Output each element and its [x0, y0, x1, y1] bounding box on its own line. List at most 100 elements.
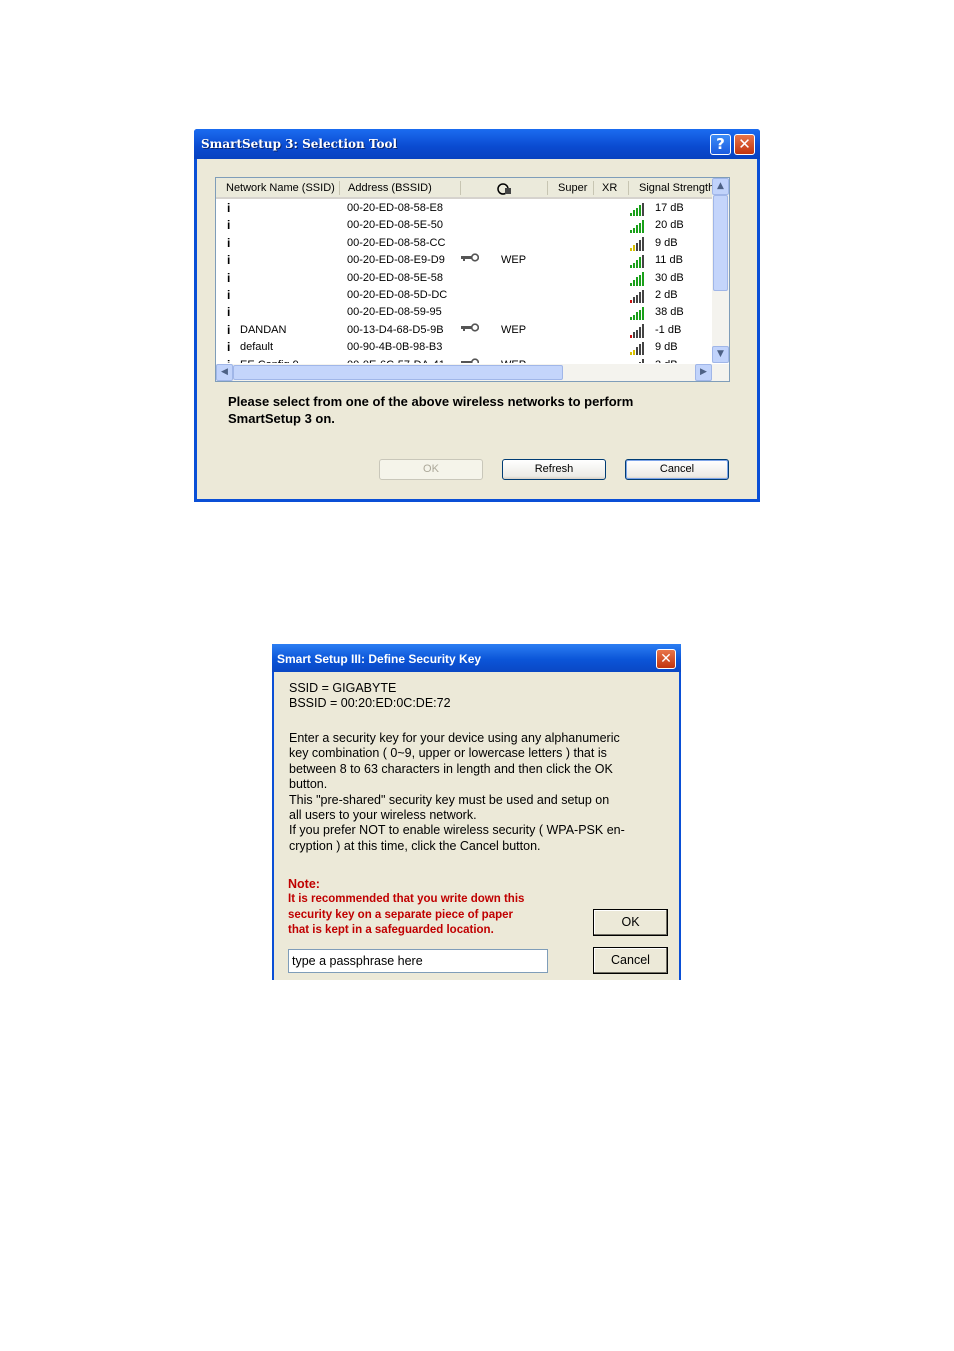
- vertical-scrollbar[interactable]: ▲ ▼: [712, 178, 729, 363]
- row-signal: 9 dB: [655, 341, 678, 354]
- column-security[interactable]: [497, 182, 517, 199]
- key-icon: [461, 322, 480, 337]
- row-ssid: EE Config 9: [240, 359, 299, 363]
- dialog-title: SmartSetup 3: Selection Tool: [201, 137, 398, 151]
- horizontal-scroll-thumb[interactable]: [233, 365, 563, 380]
- dialog-body: SSID = GIGABYTE BSSID = 00:20:ED:0C:DE:7…: [274, 672, 679, 980]
- signal-bars-icon: [630, 254, 646, 269]
- station-icon: i: [227, 288, 231, 302]
- title-bar[interactable]: SmartSetup 3: Selection Tool ? ✕: [194, 129, 760, 159]
- dialog-title: Smart Setup III: Define Security Key: [277, 652, 482, 666]
- row-signal: 17 dB: [655, 202, 684, 214]
- network-row[interactable]: i EE Config 9 00-0E-6C-57-DA-41 WEP 3 dB: [216, 357, 712, 363]
- note-text: It is recommended that you write down th…: [288, 893, 525, 936]
- station-icon: i: [227, 218, 231, 233]
- security-column-icon: [497, 183, 511, 195]
- scroll-right-icon[interactable]: ▶: [695, 364, 712, 381]
- signal-bars-icon: [630, 219, 646, 234]
- row-bssid: 00-20-ED-08-58-CC: [347, 236, 446, 249]
- network-row[interactable]: i 00-20-ED-08-58-CC 9 dB: [216, 235, 712, 252]
- station-icon: i: [227, 340, 231, 355]
- key-icon: [461, 252, 480, 267]
- signal-bars-icon: [630, 324, 646, 338]
- row-signal: 38 dB: [655, 306, 684, 319]
- signal-bars-icon: [630, 202, 646, 216]
- station-icon: i: [227, 270, 231, 285]
- define-security-key-dialog: Smart Setup III: Define Security Key ✕ S…: [272, 644, 681, 980]
- network-row[interactable]: i 00-20-ED-08-5E-58 30 dB: [216, 270, 712, 287]
- column-super[interactable]: Super: [558, 182, 592, 194]
- network-row[interactable]: i 00-20-ED-08-5E-50 20 dB: [216, 217, 712, 234]
- signal-bars-icon: [630, 306, 646, 321]
- station-icon: i: [227, 358, 230, 363]
- row-signal: 3 dB: [655, 359, 678, 363]
- row-signal: 20 dB: [655, 219, 684, 232]
- network-row[interactable]: i 00-20-ED-08-59-95 38 dB: [216, 304, 712, 321]
- row-signal: 9 dB: [655, 236, 678, 249]
- signal-bars-icon: [630, 289, 646, 303]
- refresh-button[interactable]: Refresh: [502, 459, 606, 480]
- column-bssid[interactable]: Address (BSSID): [348, 182, 458, 194]
- signal-bars-icon: [630, 359, 646, 363]
- row-bssid: 00-0E-6C-57-DA-41: [347, 359, 445, 363]
- row-signal: 30 dB: [655, 271, 684, 284]
- title-bar[interactable]: Smart Setup III: Define Security Key ✕: [272, 644, 681, 672]
- signal-bars-icon: [630, 272, 646, 286]
- column-signal[interactable]: Signal Strength: [639, 182, 712, 194]
- station-icon: i: [227, 322, 231, 337]
- row-security: WEP: [501, 359, 526, 363]
- signal-bars-icon: [630, 341, 646, 356]
- dialog-body: Network Name (SSID) Address (BSSID) Supe…: [197, 159, 757, 499]
- row-bssid: 00-20-ED-08-59-95: [347, 306, 442, 319]
- ok-button[interactable]: OK: [379, 459, 483, 480]
- row-bssid: 00-90-4B-0B-98-B3: [347, 341, 443, 354]
- network-row[interactable]: i DANDAN 00-13-D4-68-D5-9B WEP -1 dB: [216, 322, 712, 339]
- row-ssid: DANDAN: [240, 323, 287, 336]
- row-bssid: 00-20-ED-08-5E-58: [347, 271, 443, 284]
- row-bssid: 00-13-D4-68-D5-9B: [347, 323, 444, 336]
- station-icon: i: [227, 305, 231, 320]
- cancel-button[interactable]: Cancel: [593, 947, 668, 974]
- column-ssid[interactable]: Network Name (SSID): [226, 182, 338, 194]
- row-signal: 11 dB: [655, 254, 683, 267]
- station-icon: i: [227, 253, 231, 268]
- network-row[interactable]: i 00-20-ED-08-5D-DC 2 dB: [216, 287, 712, 304]
- row-signal: 2 dB: [655, 289, 678, 301]
- network-list[interactable]: Network Name (SSID) Address (BSSID) Supe…: [215, 177, 730, 382]
- row-bssid: 00-20-ED-08-E9-D9: [347, 254, 445, 267]
- row-ssid: default: [240, 341, 274, 354]
- close-button[interactable]: ✕: [734, 134, 755, 155]
- column-header: Network Name (SSID) Address (BSSID) Supe…: [216, 178, 712, 199]
- horizontal-scrollbar[interactable]: ◀ ▶: [216, 364, 729, 381]
- network-row[interactable]: i 00-20-ED-08-E9-D9 WEP 11 dB: [216, 252, 712, 269]
- cancel-button[interactable]: Cancel: [625, 459, 729, 480]
- selection-tool-dialog: SmartSetup 3: Selection Tool ? ✕ Network…: [194, 129, 760, 502]
- signal-bars-icon: [630, 237, 646, 251]
- instruction-message: Please select from one of the above wire…: [228, 394, 634, 426]
- row-bssid: 00-20-ED-08-58-E8: [347, 202, 443, 214]
- close-button[interactable]: ✕: [656, 649, 676, 669]
- row-security: WEP: [501, 254, 527, 267]
- row-bssid: 00-20-ED-08-5E-50: [347, 219, 443, 232]
- network-rows: i 00-20-ED-08-58-E8 17 dB i 00-20-ED-08-5E-5…: [216, 200, 712, 363]
- network-row[interactable]: i default 00-90-4B-0B-98-B3 9 dB: [216, 339, 712, 356]
- bssid-line: BSSID = 00:20:ED:0C:DE:72: [289, 696, 451, 710]
- station-icon: i: [227, 201, 231, 215]
- passphrase-input[interactable]: [288, 949, 548, 973]
- ssid-line: SSID = GIGABYTE: [289, 681, 397, 695]
- note-label: Note:: [288, 877, 320, 891]
- network-row[interactable]: i 00-20-ED-08-58-E8 17 dB: [216, 200, 712, 217]
- row-signal: -1 dB: [655, 323, 682, 336]
- vertical-scroll-thumb[interactable]: [713, 195, 728, 291]
- scroll-up-icon[interactable]: ▲: [712, 178, 729, 195]
- key-icon: [461, 357, 480, 363]
- row-bssid: 00-20-ED-08-5D-DC: [347, 289, 448, 301]
- column-xr[interactable]: XR: [602, 182, 626, 194]
- instructions-text: Enter a security key for your device usi…: [289, 731, 625, 853]
- scroll-down-icon[interactable]: ▼: [712, 346, 729, 363]
- ok-button[interactable]: OK: [593, 909, 668, 936]
- row-security: WEP: [501, 323, 527, 336]
- help-button[interactable]: ?: [710, 134, 731, 155]
- scroll-left-icon[interactable]: ◀: [216, 364, 233, 381]
- station-icon: i: [227, 235, 231, 250]
